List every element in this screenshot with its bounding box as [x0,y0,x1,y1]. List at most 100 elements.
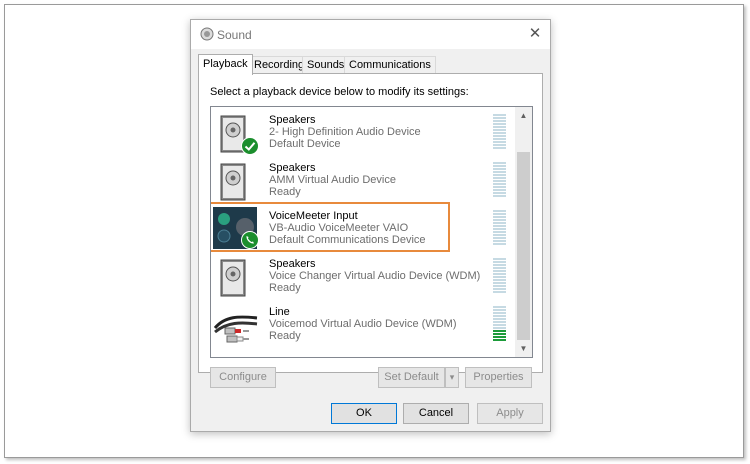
meter-segment [493,162,506,164]
device-name: Speakers [269,162,316,174]
meter-segment [493,141,506,143]
meter-segment [493,279,506,281]
meter-segment [493,219,506,221]
meter-segment [493,210,506,212]
speaker-icon [220,163,246,201]
sound-dialog: Sound ✕ Playback Recording Sounds Commun… [190,19,551,432]
meter-segment [493,165,506,167]
meter-segment [493,213,506,215]
meter-segment [493,315,506,317]
volume-meter [493,114,506,152]
meter-segment [493,120,506,122]
meter-segment [493,114,506,116]
device-list[interactable]: Speakers 2- High Definition Audio Device… [210,106,533,358]
meter-segment [493,318,506,320]
device-description: Voicemod Virtual Audio Device (WDM) [269,318,457,330]
meter-segment [493,261,506,263]
meter-segment [493,177,506,179]
ok-button[interactable]: OK [331,403,397,424]
meter-segment [493,144,506,146]
close-button[interactable]: ✕ [520,20,550,49]
playback-panel: Select a playback device below to modify… [198,73,543,373]
meter-segment [493,222,506,224]
tab-communications[interactable]: Communications [344,56,436,74]
meter-segment [493,135,506,137]
meter-segment [493,327,506,329]
device-name: VoiceMeeter Input [269,210,358,222]
device-item[interactable]: Speakers Voice Changer Virtual Audio Dev… [211,251,514,299]
scroll-up-arrow[interactable]: ▲ [515,107,532,124]
meter-segment [493,285,506,287]
meter-segment [493,321,506,323]
cancel-button[interactable]: Cancel [403,403,469,424]
device-description: AMM Virtual Audio Device [269,174,396,186]
meter-segment [493,243,506,245]
volume-meter [493,210,506,248]
scroll-down-arrow[interactable]: ▼ [515,340,532,357]
device-item[interactable]: Speakers AMM Virtual Audio Device Ready [211,155,514,203]
meter-segment [493,228,506,230]
meter-segment [493,258,506,260]
meter-segment [493,264,506,266]
meter-segment [493,288,506,290]
meter-segment [493,237,506,239]
meter-segment [493,330,506,332]
phone-icon [241,231,259,249]
default-check-icon [241,137,259,155]
device-description: VB-Audio VoiceMeeter VAIO [269,222,409,234]
meter-segment [493,147,506,149]
properties-button[interactable]: Properties [465,367,532,388]
meter-segment [493,225,506,227]
meter-segment [493,126,506,128]
meter-segment [493,324,506,326]
device-state: Ready [269,282,301,294]
device-name: Line [269,306,290,318]
meter-segment [493,339,506,341]
volume-meter [493,258,506,296]
meter-segment [493,123,506,125]
tab-sounds[interactable]: Sounds [302,56,350,74]
tab-playback[interactable]: Playback [198,54,253,75]
meter-segment [493,306,506,308]
meter-segment [493,276,506,278]
meter-segment [493,231,506,233]
meter-segment [493,189,506,191]
meter-segment [493,186,506,188]
title-bar: Sound ✕ [191,20,550,49]
device-name: Speakers [269,114,316,126]
dialog-title: Sound [217,28,252,42]
device-state: Ready [269,330,301,342]
meter-segment [493,282,506,284]
device-state: Default Communications Device [269,234,426,246]
rca-cable-icon [213,315,258,343]
meter-segment [493,129,506,131]
scroll-thumb[interactable] [517,152,530,340]
device-item[interactable]: Line Voicemod Virtual Audio Device (WDM)… [211,299,514,347]
configure-button[interactable]: Configure [210,367,276,388]
device-state: Default Device [269,138,341,150]
meter-segment [493,267,506,269]
set-default-dropdown-arrow[interactable]: ▾ [445,367,459,388]
device-description: 2- High Definition Audio Device [269,126,421,138]
speaker-icon [220,259,246,297]
device-item[interactable]: VoiceMeeter Input VB-Audio VoiceMeeter V… [211,202,514,252]
set-default-button[interactable]: Set Default [378,367,445,388]
device-item[interactable]: Speakers 2- High Definition Audio Device… [211,107,514,155]
instruction-text: Select a playback device below to modify… [210,86,469,98]
meter-segment [493,336,506,338]
device-list-scrollbar[interactable]: ▲ ▼ [515,107,532,357]
apply-button[interactable]: Apply [477,403,543,424]
volume-meter [493,162,506,200]
sound-app-icon [200,27,214,41]
meter-segment [493,333,506,335]
meter-segment [493,216,506,218]
meter-segment [493,132,506,134]
meter-segment [493,273,506,275]
meter-segment [493,171,506,173]
meter-segment [493,180,506,182]
tab-recording[interactable]: Recording [249,56,310,74]
meter-segment [493,174,506,176]
meter-segment [493,291,506,293]
meter-segment [493,240,506,242]
meter-segment [493,195,506,197]
